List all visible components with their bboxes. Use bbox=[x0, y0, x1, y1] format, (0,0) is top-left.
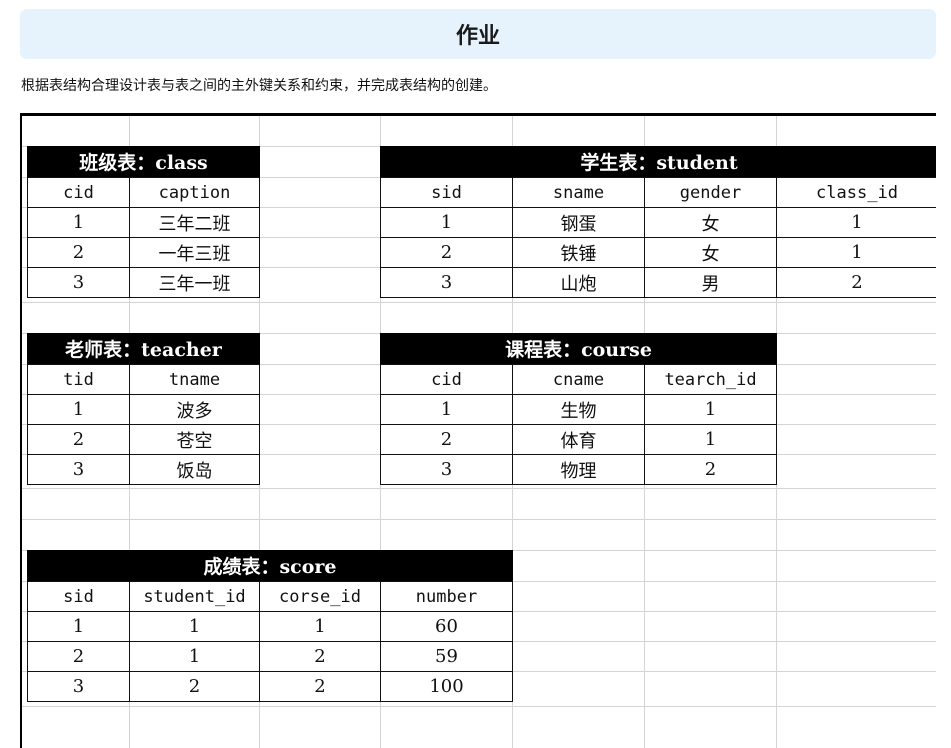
teacher-cell: 苍空 bbox=[129, 424, 260, 455]
teacher-col-header: tid bbox=[27, 364, 130, 395]
class-cell: 2 bbox=[27, 237, 130, 268]
student-cell: 1 bbox=[380, 207, 513, 238]
banner-title: 作业 bbox=[455, 24, 500, 49]
class-cell: 三年二班 bbox=[129, 207, 260, 238]
score-col-header: student_id bbox=[129, 581, 260, 612]
course-cell: 物理 bbox=[512, 454, 645, 485]
score-cell: 1 bbox=[27, 611, 130, 642]
score-cell: 1 bbox=[259, 611, 381, 642]
score-cell: 2 bbox=[259, 671, 381, 702]
gridline bbox=[22, 519, 936, 520]
score-cell: 2 bbox=[27, 641, 130, 672]
class-table-title: 班级表：class bbox=[27, 146, 260, 177]
course-cell: 1 bbox=[644, 394, 777, 425]
score-col-header: corse_id bbox=[259, 581, 381, 612]
student-col-header: class_id bbox=[776, 177, 936, 208]
gridline bbox=[22, 488, 936, 489]
course-col-header: cid bbox=[380, 364, 513, 395]
teacher-table-title: 老师表：teacher bbox=[27, 333, 260, 364]
student-cell: 男 bbox=[644, 267, 777, 298]
class-col-header: cid bbox=[27, 177, 130, 208]
score-col-header: number bbox=[380, 581, 513, 612]
student-cell: 钢蛋 bbox=[512, 207, 645, 238]
class-col-header: caption bbox=[129, 177, 260, 208]
student-cell: 2 bbox=[776, 267, 936, 298]
course-table-title: 课程表：course bbox=[380, 333, 777, 364]
gridline bbox=[22, 706, 936, 707]
course-col-header: cname bbox=[512, 364, 645, 395]
score-col-header: sid bbox=[27, 581, 130, 612]
task-description: 根据表结构合理设计表与表之间的主外键关系和约束，并完成表结构的创建。 bbox=[21, 78, 497, 94]
course-cell: 体育 bbox=[512, 424, 645, 455]
student-cell: 1 bbox=[776, 207, 936, 238]
score-cell: 100 bbox=[380, 671, 513, 702]
student-cell: 山炮 bbox=[512, 267, 645, 298]
course-cell: 1 bbox=[380, 394, 513, 425]
student-table-title: 学生表：student bbox=[380, 146, 936, 177]
course-cell: 3 bbox=[380, 454, 513, 485]
student-cell: 铁锤 bbox=[512, 237, 645, 268]
student-cell: 女 bbox=[644, 237, 777, 268]
teacher-cell: 波多 bbox=[129, 394, 260, 425]
student-cell: 女 bbox=[644, 207, 777, 238]
score-cell: 2 bbox=[129, 671, 260, 702]
score-cell: 1 bbox=[129, 641, 260, 672]
spreadsheet-image: 班级表：class cid caption 1 三年二班 2 一年三班 3 三年… bbox=[20, 113, 936, 748]
gridline bbox=[22, 302, 936, 303]
student-col-header: sname bbox=[512, 177, 645, 208]
teacher-cell: 2 bbox=[27, 424, 130, 455]
class-cell: 1 bbox=[27, 207, 130, 238]
class-cell: 三年一班 bbox=[129, 267, 260, 298]
teacher-cell: 1 bbox=[27, 394, 130, 425]
score-cell: 60 bbox=[380, 611, 513, 642]
class-cell: 3 bbox=[27, 267, 130, 298]
score-cell: 3 bbox=[27, 671, 130, 702]
student-col-header: sid bbox=[380, 177, 513, 208]
student-col-header: gender bbox=[644, 177, 777, 208]
teacher-cell: 饭岛 bbox=[129, 454, 260, 485]
student-cell: 3 bbox=[380, 267, 513, 298]
score-cell: 59 bbox=[380, 641, 513, 672]
course-cell: 2 bbox=[644, 454, 777, 485]
course-cell: 2 bbox=[380, 424, 513, 455]
course-col-header: tearch_id bbox=[644, 364, 777, 395]
class-cell: 一年三班 bbox=[129, 237, 260, 268]
score-cell: 2 bbox=[259, 641, 381, 672]
score-cell: 1 bbox=[129, 611, 260, 642]
score-table-title: 成绩表：score bbox=[27, 550, 513, 581]
homework-banner: 作业 bbox=[20, 9, 936, 59]
student-cell: 1 bbox=[776, 237, 936, 268]
course-cell: 1 bbox=[644, 424, 777, 455]
student-cell: 2 bbox=[380, 237, 513, 268]
teacher-cell: 3 bbox=[27, 454, 130, 485]
teacher-col-header: tname bbox=[129, 364, 260, 395]
course-cell: 生物 bbox=[512, 394, 645, 425]
